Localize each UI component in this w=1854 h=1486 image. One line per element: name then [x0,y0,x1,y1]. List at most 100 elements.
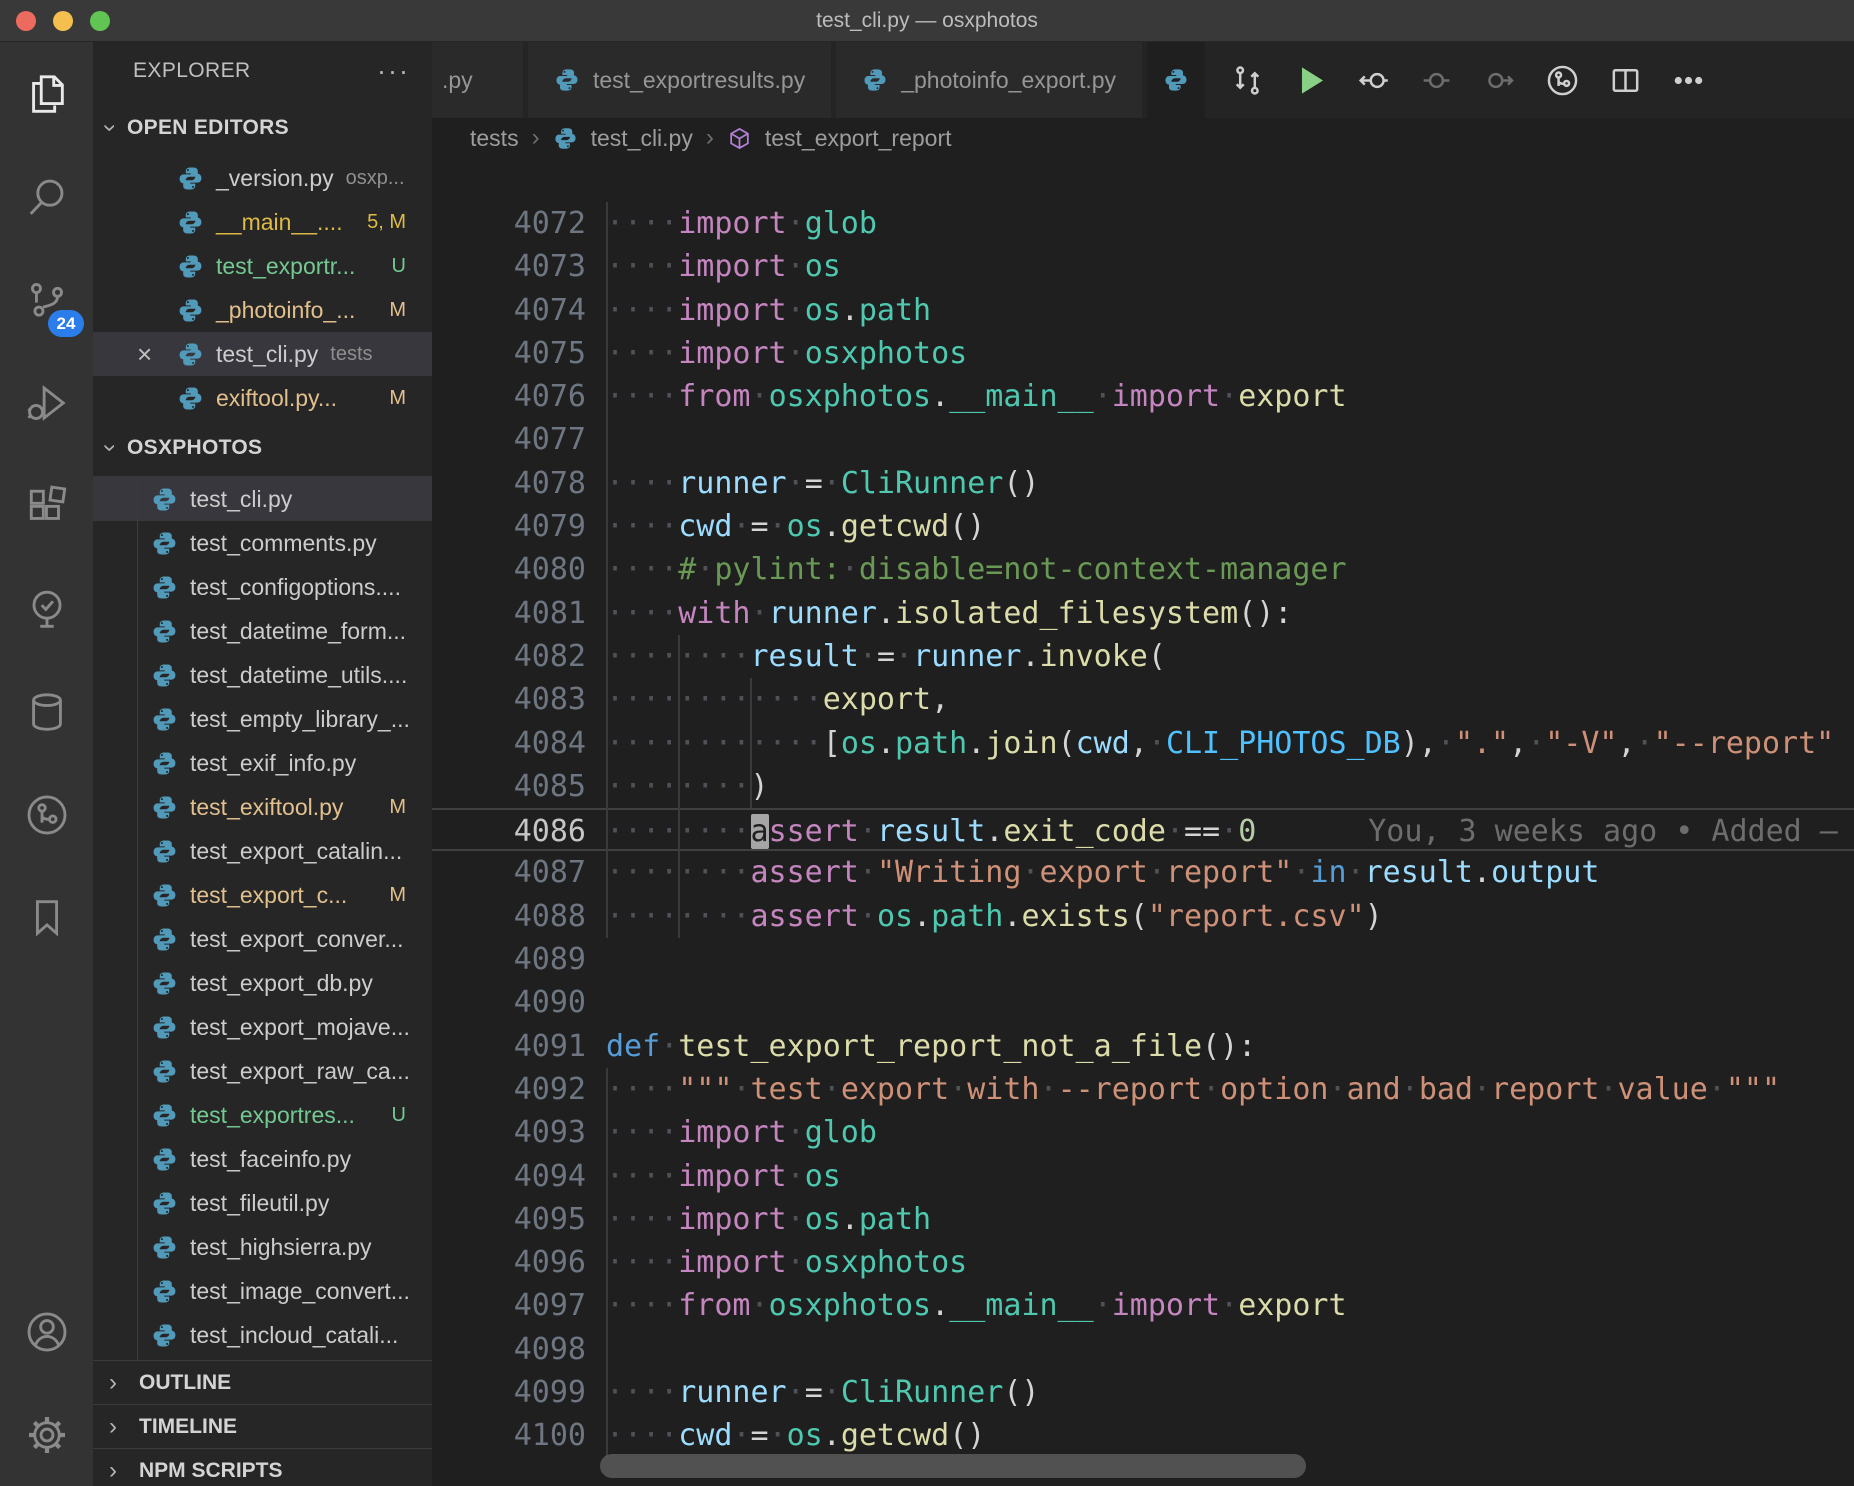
code-line[interactable]: 4082········result·=·runner.invoke( [432,635,1854,678]
compare-changes-icon[interactable] [1216,42,1279,118]
debug-step-back-icon[interactable] [1342,42,1405,118]
line-number[interactable]: 4100 [432,1414,586,1457]
more-actions-icon[interactable] [1657,42,1720,118]
split-editor-icon[interactable] [1594,42,1657,118]
line-number[interactable]: 4089 [432,938,586,981]
line-number[interactable]: 4091 [432,1025,586,1068]
open-editor-item[interactable]: __main__....5, M [93,200,432,244]
code-line[interactable]: 4081····with·runner.isolated_filesystem(… [432,592,1854,635]
debug-reverse-continue-icon[interactable] [1405,42,1468,118]
close-icon[interactable]: × [137,341,152,367]
open-editor-item[interactable]: _version.pyosxp... [93,156,432,200]
code-line[interactable]: 4093····import·glob [432,1111,1854,1154]
line-number[interactable]: 4093 [432,1111,586,1154]
tree-item[interactable]: test_exportres...U [93,1093,432,1137]
line-number[interactable]: 4080 [432,548,586,591]
line-number[interactable]: 4079 [432,505,586,548]
line-number[interactable]: 4078 [432,462,586,505]
line-number[interactable]: 4087 [432,851,586,894]
tree-item[interactable]: test_empty_library_... [93,697,432,741]
code-line[interactable]: 4072····import·glob [432,202,1854,245]
line-number[interactable]: 4073 [432,245,586,288]
close-window-button[interactable] [16,11,36,31]
open-editor-item[interactable]: exiftool.py...M [93,376,432,420]
sidebar-section-npm-scripts[interactable]: ›NPM SCRIPTS [93,1448,432,1486]
tab-pinned-active[interactable] [1147,42,1205,118]
breadcrumb-symbol[interactable]: test_export_report [765,125,952,152]
project-section-header[interactable]: › OSXPHOTOS [93,420,432,477]
line-number[interactable]: 4076 [432,375,586,418]
line-number[interactable]: 4090 [432,981,586,1024]
line-number[interactable]: 4097 [432,1284,586,1327]
line-number[interactable]: 4083 [432,678,586,721]
code-line[interactable]: 4079····cwd·=·os.getcwd() [432,505,1854,548]
tree-item[interactable]: test_export_db.py [93,961,432,1005]
code-editor[interactable]: 4072····import·glob4073····import·os4074… [432,158,1854,1486]
open-editor-item[interactable]: test_exportr...U [93,244,432,288]
debug-step-over-icon[interactable] [1468,42,1531,118]
tree-item[interactable]: test_export_c...M [93,873,432,917]
open-editors-section-header[interactable]: › OPEN EDITORS [93,100,432,156]
line-number[interactable]: 4088 [432,895,586,938]
code-line[interactable]: 4085········) [432,765,1854,808]
tree-item[interactable]: test_incloud_catali... [93,1313,432,1357]
open-editor-item[interactable]: ×test_cli.pytests [93,332,432,376]
activitybar-source-control-icon[interactable]: 24 [0,248,93,351]
line-number[interactable]: 4095 [432,1198,586,1241]
tree-item[interactable]: test_export_raw_ca... [93,1049,432,1093]
tree-item[interactable]: test_faceinfo.py [93,1137,432,1181]
line-number[interactable]: 4075 [432,332,586,375]
activitybar-bookmarks-icon[interactable] [0,866,93,969]
line-number[interactable]: 4092 [432,1068,586,1111]
code-line[interactable]: 4077 [432,418,1854,461]
code-line[interactable]: 4084············[os.path.join(cwd,·CLI_P… [432,722,1854,765]
code-line[interactable]: 4097····from·osxphotos.__main__·import·e… [432,1284,1854,1327]
activitybar-extensions-icon[interactable] [0,454,93,557]
breadcrumb-file[interactable]: test_cli.py [591,125,693,152]
activitybar-run-debug-icon[interactable] [0,351,93,454]
tree-item[interactable]: test_export_mojave... [93,1005,432,1049]
run-python-file-icon[interactable] [1279,42,1342,118]
tree-item[interactable]: test_export_conver... [93,917,432,961]
tab-photoinfo-export[interactable]: _photoinfo_export.py [836,42,1142,118]
code-line[interactable]: 4076····from·osxphotos.__main__·import·e… [432,375,1854,418]
open-editor-item[interactable]: _photoinfo_...M [93,288,432,332]
code-line[interactable]: 4096····import·osxphotos [432,1241,1854,1284]
code-line[interactable]: 4080····#·pylint:·disable=not-context-ma… [432,548,1854,591]
tree-item[interactable]: test_image_convert... [93,1269,432,1313]
tree-item[interactable]: test_datetime_utils.... [93,653,432,697]
line-number[interactable]: 4085 [432,765,586,808]
code-line[interactable]: 4087········assert·"Writing·export·repor… [432,851,1854,894]
line-number[interactable]: 4094 [432,1155,586,1198]
line-number[interactable]: 4084 [432,722,586,765]
tree-item[interactable]: test_cli.py [93,477,432,521]
code-line[interactable]: 4092····"""·test·export·with·--report·op… [432,1068,1854,1111]
line-number[interactable]: 4081 [432,592,586,635]
activitybar-gitlens-icon[interactable] [0,763,93,866]
code-line[interactable]: 4100····cwd·=·os.getcwd() [432,1414,1854,1457]
code-line[interactable]: 4090 [432,981,1854,1024]
code-line[interactable]: 4091def·test_export_report_not_a_file(): [432,1025,1854,1068]
code-line[interactable]: 4088········assert·os.path.exists("repor… [432,895,1854,938]
activitybar-search-icon[interactable] [0,145,93,248]
code-line[interactable]: 4078····runner·=·CliRunner() [432,462,1854,505]
tab-test-exportresults[interactable]: test_exportresults.py [528,42,831,118]
line-number[interactable]: 4082 [432,635,586,678]
code-line[interactable]: 4098 [432,1328,1854,1371]
line-number[interactable]: 4099 [432,1371,586,1414]
activitybar-database-icon[interactable] [0,660,93,763]
sidebar-section-timeline[interactable]: ›TIMELINE [93,1404,432,1448]
zoom-window-button[interactable] [90,11,110,31]
horizontal-scrollbar[interactable] [600,1454,1306,1478]
code-line[interactable]: 4094····import·os [432,1155,1854,1198]
code-line[interactable]: 4073····import·os [432,245,1854,288]
code-line[interactable]: 4074····import·os.path [432,289,1854,332]
activitybar-account-icon[interactable] [0,1280,93,1383]
code-line[interactable]: 4075····import·osxphotos [432,332,1854,375]
tree-item[interactable]: test_exiftool.pyM [93,785,432,829]
breadcrumb-folder[interactable]: tests [470,125,519,152]
line-number[interactable]: 4077 [432,418,586,461]
code-line[interactable]: 4095····import·os.path [432,1198,1854,1241]
tab-partial[interactable]: .py [432,42,523,118]
tree-item[interactable]: test_fileutil.py [93,1181,432,1225]
